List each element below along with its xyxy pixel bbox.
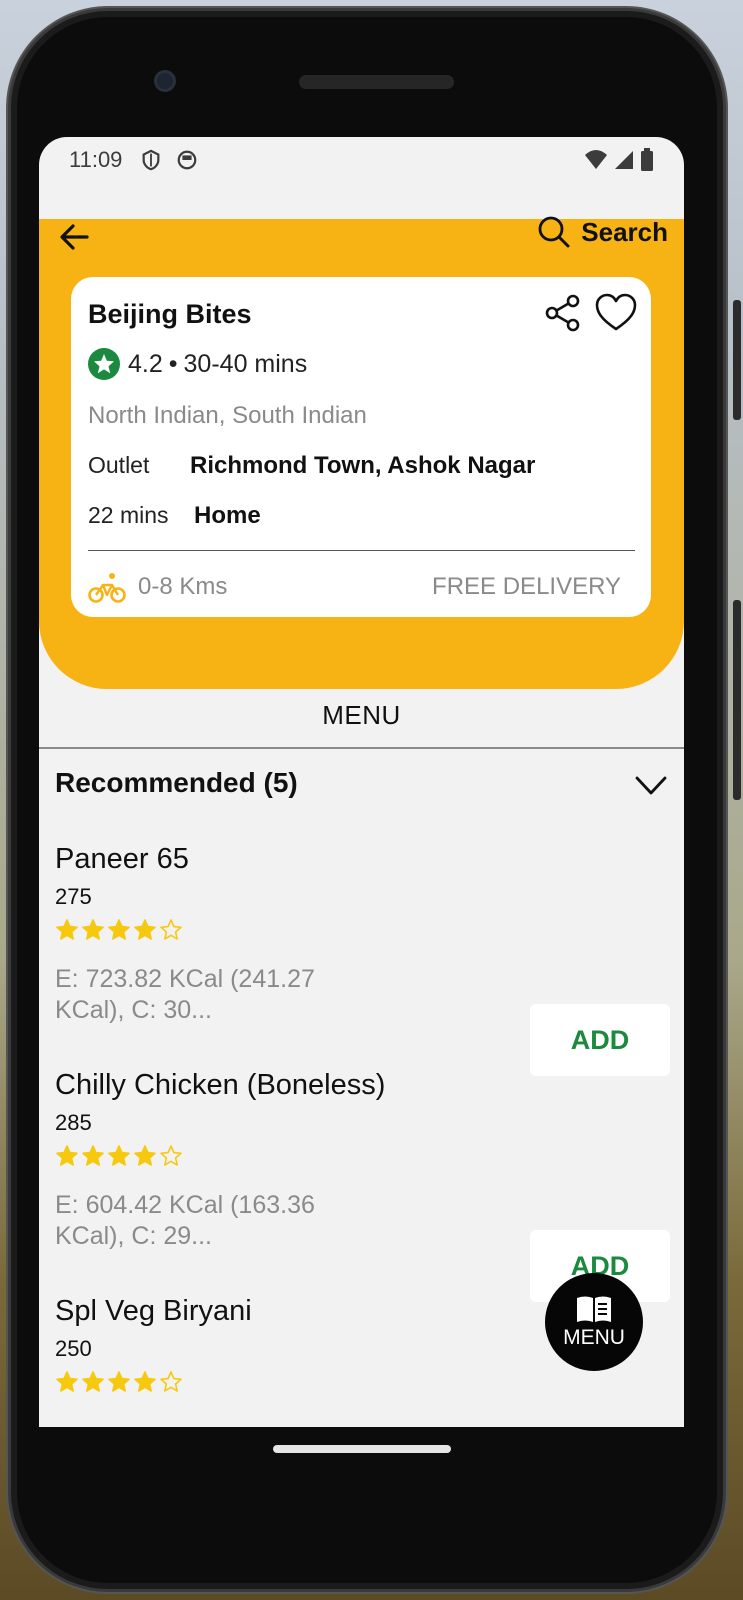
add-button[interactable]: ADD [530, 1004, 670, 1076]
phone-side-button-2 [733, 600, 741, 800]
home-indicator[interactable] [273, 1445, 451, 1453]
rating-star-icon [88, 348, 120, 380]
heart-icon[interactable] [595, 293, 637, 333]
star-filled-icon [134, 919, 156, 940]
back-arrow-icon[interactable] [57, 219, 93, 255]
restaurant-card: Beijing Bites 4.2 • 30-40 mins North Ind… [71, 277, 651, 617]
star-filled-icon [108, 919, 130, 940]
card-divider [88, 550, 635, 551]
camera [154, 70, 176, 92]
tab-underline [39, 747, 684, 749]
delivery-info-row: 0-8 Kms FREE DELIVERY [88, 571, 635, 603]
item-price: 285 [55, 1110, 92, 1135]
tab-menu[interactable]: MENU [39, 695, 684, 755]
star-filled-icon [82, 919, 104, 940]
menu-item: Chilly Chicken (Boneless) 285 E: 604.42 … [55, 1069, 655, 1252]
bicycle-icon [88, 573, 126, 603]
fab-label: MENU [563, 1326, 625, 1349]
outlet-row: Outlet Richmond Town, Ashok Nagar [88, 452, 635, 480]
status-bar: 11:09 [39, 137, 684, 183]
app-screen: 11:09 Search Beijing Bites 4.2 • 30-40 m [39, 137, 684, 1427]
star-empty-icon [160, 919, 182, 940]
share-icon[interactable] [543, 293, 583, 333]
face-icon [178, 150, 197, 170]
search-button[interactable]: Search [537, 215, 668, 249]
rating-row: 4.2 • 30-40 mins [88, 348, 635, 380]
star-filled-icon [108, 1145, 130, 1166]
item-nutrition: E: 604.42 KCal (163.36 KCal), C: 29... [55, 1191, 315, 1250]
shield-icon [142, 149, 160, 171]
delivery-time-row: 22 mins Home [88, 502, 635, 530]
search-label: Search [581, 216, 668, 247]
card-actions [543, 293, 637, 333]
star-empty-icon [160, 1145, 182, 1166]
star-filled-icon [134, 1145, 156, 1166]
chevron-down-icon[interactable] [634, 773, 668, 799]
item-stars [55, 1144, 655, 1174]
status-time: 11:09 [69, 147, 123, 172]
phone-side-button [733, 300, 741, 420]
item-stars [55, 918, 655, 948]
delivery-time: 22 mins [88, 502, 169, 528]
eta-value: 30-40 mins [183, 349, 308, 378]
item-price: 275 [55, 884, 92, 909]
outlet-label: Outlet [88, 452, 150, 478]
star-filled-icon [82, 1371, 104, 1392]
book-icon [577, 1296, 611, 1322]
speaker [299, 75, 454, 89]
wifi-icon [585, 150, 607, 169]
dot-separator: • [168, 349, 178, 378]
star-filled-icon [82, 1145, 104, 1166]
star-filled-icon [108, 1371, 130, 1392]
item-stars [55, 1370, 655, 1400]
item-nutrition: E: 723.82 KCal (241.27 KCal), C: 30... [55, 965, 315, 1024]
star-filled-icon [56, 1371, 78, 1392]
restaurant-header: Search Beijing Bites 4.2 • 30-40 mins No… [39, 217, 684, 689]
rating-value: 4.2 [128, 349, 163, 378]
item-name: Chilly Chicken (Boneless) [55, 1069, 386, 1101]
outlet-value: Richmond Town, Ashok Nagar [190, 452, 536, 479]
star-filled-icon [134, 1371, 156, 1392]
star-filled-icon [56, 1145, 78, 1166]
signal-icon [615, 151, 633, 169]
star-filled-icon [56, 919, 78, 940]
delivery-address: Home [194, 502, 261, 529]
item-name: Paneer 65 [55, 843, 189, 875]
cuisines: North Indian, South Indian [88, 402, 367, 429]
section-title: Recommended (5) [55, 767, 298, 798]
battery-icon [641, 148, 653, 171]
status-right [584, 148, 654, 172]
distance: 0-8 Kms [138, 573, 228, 600]
delivery-fee: FREE DELIVERY [432, 573, 621, 600]
menu-item: Paneer 65 275 E: 723.82 KCal (241.27 KCa… [55, 843, 655, 1026]
menu-fab-button[interactable]: MENU [545, 1273, 643, 1371]
star-empty-icon [160, 1371, 182, 1392]
search-icon [538, 216, 570, 248]
